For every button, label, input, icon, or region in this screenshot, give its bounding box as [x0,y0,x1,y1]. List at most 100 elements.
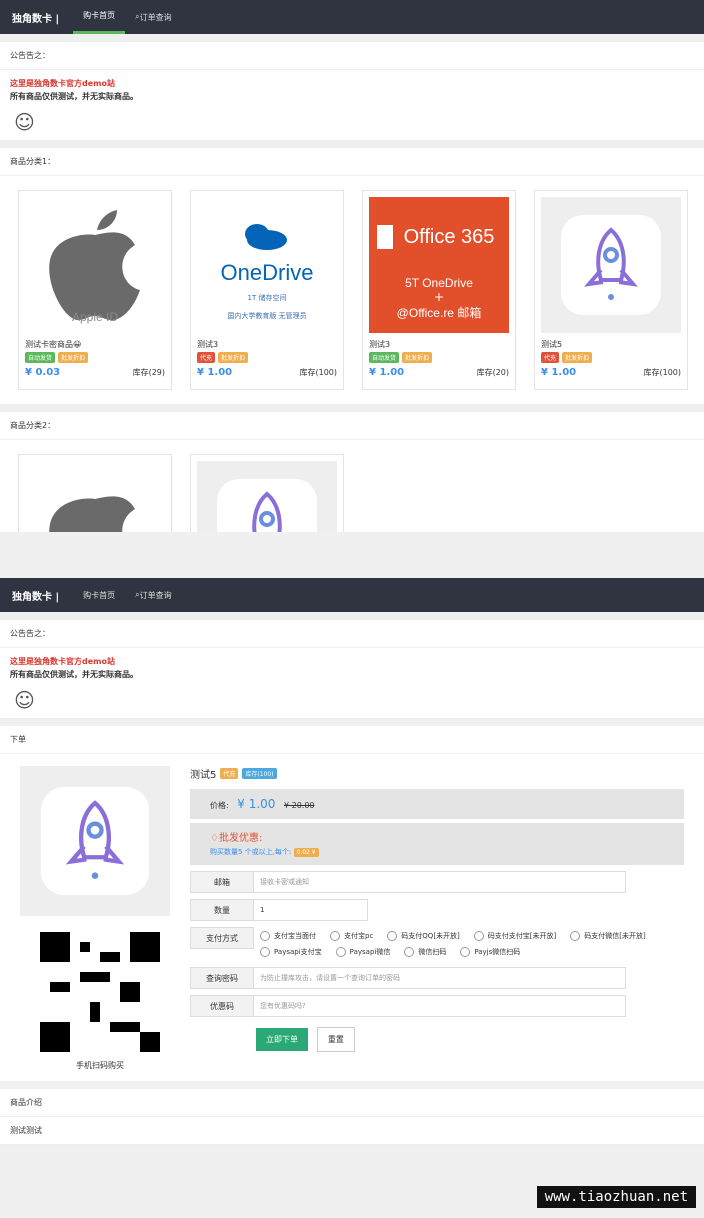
notice-red-text: 这里是独角数卡官方demo站 [10,657,115,666]
badge: 自动发货 [369,352,400,363]
discount-value: 0.02 ¥ [293,848,319,857]
email-label: 邮箱 [190,871,254,893]
product-name: 测试3 [197,340,219,349]
quantity-field[interactable]: 1 [254,899,368,921]
product-stock: 库存(29) [132,368,165,377]
coupon-field[interactable]: 您有优惠码吗? [254,995,626,1017]
nav-home[interactable]: 购卡首页 [73,578,125,612]
pay-label: 支付方式 [190,927,254,949]
qty-label: 数量 [190,899,254,921]
intro-panel: 商品介绍 测试测试 [0,1089,704,1145]
discount-title: 批发优惠: [218,833,263,844]
svg-text:+: + [434,290,444,304]
product-card[interactable]: Office 365 5T OneDrive + @Office.re 邮箱 测… [362,190,516,390]
pay-option[interactable]: 支付宝当面付 [260,931,316,941]
nav-home[interactable]: 购卡首页 [73,0,126,34]
apple-icon: Apple ID [25,197,165,333]
svg-text:Office 365: Office 365 [404,226,495,248]
brand[interactable]: 独角数卡 | [12,588,59,603]
nav-order-query[interactable]: ⌕ 订单查询 [125,0,181,34]
notice-text: 所有商品仅供测试，并无实际商品。 [10,670,138,679]
badge: 自动发货 [25,352,56,363]
product-name: 测试卡密商品😀 [25,340,82,349]
qr-caption: 手机扫码购买 [76,1061,124,1070]
top-page: 独角数卡 | 购卡首页 ⌕ 订单查询 公告告之： 这里是独角数卡官方demo站 所… [0,0,704,532]
emoji-icon: ☺ [14,688,35,712]
rocket-icon [197,461,337,532]
price-box: 价格: ¥ 1.00 ¥ 20.00 [190,789,684,819]
category2-title: 商品分类2： [0,412,704,440]
query-password-field[interactable]: 为防止撞库攻击，请设置一个查询订单的密码 [254,967,626,989]
product-stock: 库存(100) [643,368,681,377]
category2-panel: 商品分类2： [0,412,704,532]
apple-icon [25,461,165,532]
pay-option[interactable]: 码支付支付宝[未开放] [473,931,556,941]
stock-badge: 库存(100) [242,768,277,779]
svg-text:1T 储存空间: 1T 储存空间 [248,293,287,302]
price-now: ¥ 1.00 [237,797,276,811]
order-panel: 下单 手机扫码购买 测试5 代充 库存(100) 价格: ¥ 1.00 ¥ 20… [0,726,704,1081]
badge: 代充 [541,352,560,363]
product-card[interactable] [18,454,172,532]
nav-order-query[interactable]: ⌕ 订单查询 [125,578,181,612]
price-old: ¥ 20.00 [283,801,315,810]
product-price: ¥ 1.00 [541,367,577,378]
rocket-icon [20,766,170,916]
discount-icon: ♢ [210,833,219,844]
badge: 批发折扣 [218,352,249,363]
product-price: ¥ 0.03 [25,367,61,378]
product-card[interactable]: OneDrive 1T 储存空间 国内大学教育版 无管理员 测试3 代充 批发折… [190,190,344,390]
qr-block: 手机扫码购买 [20,932,180,1071]
notice-title: 公告告之： [0,42,704,70]
category1-panel: 商品分类1： Apple ID 测试卡密商品😀 自动发货 批发折扣 ¥ 0.03… [0,148,704,404]
product-price: ¥ 1.00 [197,367,233,378]
pay-option[interactable]: Paysapi支付宝 [260,947,322,957]
submit-order-button[interactable]: 立即下单 [256,1028,308,1051]
intro-text: 测试测试 [0,1117,704,1145]
price-label: 价格: [210,801,229,810]
product-card[interactable]: Apple ID 测试卡密商品😀 自动发货 批发折扣 ¥ 0.03 库存(29) [18,190,172,390]
payment-options: 支付宝当面付 支付宝pc 码支付QQ[未开放] 码支付支付宝[未开放] 码支付微… [254,927,684,961]
pay-option[interactable]: 微信扫码 [404,947,446,957]
navbar: 独角数卡 | 购卡首页 ⌕ 订单查询 [0,578,704,612]
navbar: 独角数卡 | 购卡首页 ⌕ 订单查询 [0,0,704,34]
onedrive-logo: OneDrive 1T 储存空间 国内大学教育版 无管理员 [197,197,337,333]
product-name: 测试5 [190,770,217,781]
pay-option[interactable]: 码支付QQ[未开放] [387,931,460,941]
pay-option[interactable]: Payjs微信扫码 [460,947,520,957]
product-stock: 库存(100) [299,368,337,377]
discount-text: 购买数量5 个或以上,每个: [210,848,292,856]
notice-text: 所有商品仅供测试，并无实际商品。 [10,92,138,101]
badge: 批发折扣 [58,352,89,363]
order-title: 下单 [0,726,704,754]
qr-code-icon [40,932,160,1052]
intro-title: 商品介绍 [0,1089,704,1117]
badge: 代充 [197,352,216,363]
product-card[interactable]: 测试5 代充 批发折扣 ¥ 1.00 库存(100) [534,190,688,390]
svg-text:国内大学教育版 无管理员: 国内大学教育版 无管理员 [227,311,306,320]
pay-option[interactable]: 支付宝pc [330,931,373,941]
notice-panel: 公告告之： 这里是独角数卡官方demo站 所有商品仅供测试，并无实际商品。 ☺ [0,620,704,718]
svg-text:5T OneDrive: 5T OneDrive [405,276,473,290]
pwd-label: 查询密码 [190,967,254,989]
product-card[interactable] [190,454,344,532]
brand[interactable]: 独角数卡 | [12,10,59,25]
badge: 批发折扣 [402,352,433,363]
product-grid: Apple ID 测试卡密商品😀 自动发货 批发折扣 ¥ 0.03 库存(29) [0,176,704,404]
category1-title: 商品分类1： [0,148,704,176]
watermark: www.tiaozhuan.net [536,1186,696,1208]
pay-option[interactable]: 码支付微信[未开放] [570,931,646,941]
svg-text:Apple ID: Apple ID [72,310,118,324]
product-name: 测试3 [369,340,391,349]
coupon-label: 优惠码 [190,995,254,1017]
discount-box: ♢批发优惠: 购买数量5 个或以上,每个: 0.02 ¥ [190,823,684,865]
reset-button[interactable]: 重置 [316,1027,355,1052]
badge: 代充 [220,768,239,779]
bottom-page: 独角数卡 | 购卡首页 ⌕ 订单查询 公告告之： 这里是独角数卡官方demo站 所… [0,578,704,1153]
pay-option[interactable]: Paysapi微信 [335,947,390,957]
email-field[interactable]: 接收卡密或通知 [254,871,626,893]
svg-text:OneDrive: OneDrive [221,260,314,285]
svg-text:@Office.re 邮箱: @Office.re 邮箱 [397,305,482,320]
product-name: 测试5 [541,340,563,349]
product-price: ¥ 1.00 [369,367,405,378]
